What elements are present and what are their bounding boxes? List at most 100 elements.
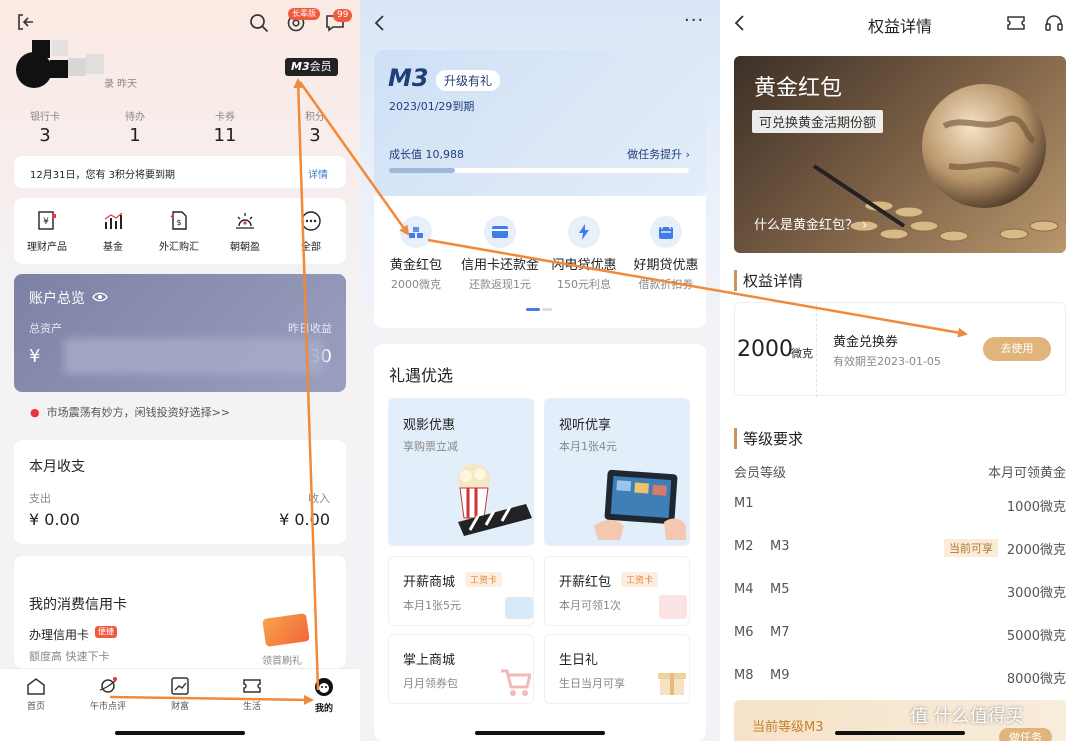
card-icon [492, 226, 508, 238]
tablet-icon [594, 469, 686, 540]
benefit-gold-packet[interactable]: 黄金红包 2000微克 [374, 216, 458, 292]
quick-zhaozhaoying[interactable]: 朝朝盈 [212, 198, 278, 264]
shop-icon [505, 597, 533, 619]
apply-credit-card[interactable]: 办理信用卡 [29, 626, 89, 643]
section-benefit-detail: 权益详情 [734, 270, 803, 291]
planet-icon [99, 677, 117, 693]
cart-icon [501, 669, 531, 696]
svg-text:¥: ¥ [43, 217, 49, 227]
tab-home[interactable]: 首页 [16, 677, 56, 712]
tab-wealth[interactable]: 财富 [158, 677, 202, 712]
lightning-icon [579, 224, 589, 240]
sunrise-icon [236, 213, 254, 229]
card-palm-mall[interactable]: 掌上商城 月月领券包 [388, 634, 534, 704]
home-icon [27, 678, 45, 695]
fx-icon: $ [170, 211, 187, 230]
market-tip[interactable]: ● 市场震荡有妙方，闲钱投资好选择>> [30, 404, 230, 420]
svg-text:$: $ [176, 218, 181, 227]
gold-packet-banner: 黄金红包 可兑换黄金活期份额 什么是黄金红包？ › [734, 56, 1066, 253]
gift-picks-section: 礼遇优选 观影优惠 享购票立减 视听优享 本月1张4元 开薪商城 工资卡 本月1… [374, 344, 706, 741]
quick-fund[interactable]: 基金 [80, 198, 146, 264]
blurred-amount [64, 338, 324, 374]
benefits-row: 黄金红包 2000微克 信用卡还款金 还款返现1元 闪电贷优惠 150元利息 好… [374, 196, 706, 328]
benefit-credit-repay[interactable]: 信用卡还款金 还款返现1元 [458, 216, 542, 292]
benefit-haoqidai[interactable]: 好期贷优惠 借款折扣券 [626, 216, 706, 292]
stat-coupons[interactable]: 卡券 11 [180, 108, 270, 150]
what-is-gold-packet-link[interactable]: 什么是黄金红包？ › [754, 214, 867, 233]
popcorn-clapper-icon [458, 464, 532, 536]
use-coupon-button[interactable]: 去使用 [983, 337, 1051, 361]
home-indicator [115, 731, 245, 735]
current-eligible-badge: 当前可享 [944, 539, 998, 557]
level-table: M1 1000微克 M2 M3 当前可享 2000微克 M4 M5 3000微克… [734, 492, 1066, 707]
home-indicator [835, 731, 965, 735]
more-options-icon[interactable]: ··· [684, 10, 704, 31]
headset-icon[interactable] [1044, 13, 1064, 33]
card-birthday-gift[interactable]: 生日礼 生日当月可享 [544, 634, 690, 704]
quick-all[interactable]: 全部 [278, 198, 344, 264]
table-row: M2 M3 当前可享 2000微克 [734, 539, 1066, 558]
wealth-product-icon: ¥ [38, 211, 56, 230]
eye-icon[interactable] [92, 291, 108, 303]
member-level-card: M3 升级有礼 2023/01/29到期 成长值 10,988 做任务提升 › [374, 50, 706, 196]
quick-fx[interactable]: $ 外汇购汇 [146, 198, 212, 264]
quick-wealth[interactable]: ¥ 理财产品 [14, 198, 80, 264]
back-icon[interactable] [374, 14, 386, 32]
points-notice[interactable]: 12月31日，您有 3积分将要到期 详情 [14, 156, 346, 188]
panel-member-center: ··· M3 升级有礼 2023/01/29到期 成长值 10,988 做任务提… [360, 0, 720, 741]
section-level-requirements: 等级要求 [734, 428, 803, 449]
panel-benefit-detail: 权益详情 黄金红包 可兑换黄金活期份额 什么是黄金红包？ › 权益详情 2000… [720, 0, 1080, 741]
level-m3: M3 [388, 64, 429, 92]
fund-icon [104, 212, 123, 229]
first-swipe-gift[interactable]: 领首刷礼 [262, 652, 302, 667]
search-icon[interactable] [249, 13, 269, 33]
gold-coupon: 2000 微克 黄金兑换券 有效期至2023-01-05 去使用 [734, 302, 1066, 397]
card-kaixin-redpacket[interactable]: 开薪红包 工资卡 本月可领1次 [544, 556, 690, 626]
calendar-icon [659, 225, 673, 239]
stat-points[interactable]: 积分 3 [270, 108, 360, 150]
growth-progress-fill [389, 168, 455, 173]
do-task-link[interactable]: 做任务提升 › [627, 146, 690, 162]
monthly-income-expense[interactable]: 本月收支 支出 收入 ¥ 0.00 ¥ 0.00 [14, 440, 346, 544]
table-row: M4 M5 3000微克 [734, 582, 1066, 601]
gift-box-icon [658, 673, 686, 695]
tile-movie[interactable]: 观影优惠 享购票立减 [388, 398, 534, 546]
growth-progress-track [389, 168, 689, 173]
convenient-tag: 便捷 [95, 626, 117, 638]
home-indicator [475, 731, 605, 735]
table-row: M1 1000微克 [734, 496, 1066, 515]
ticket-icon[interactable] [1006, 15, 1026, 31]
panda-icon [315, 678, 333, 696]
card-kaixin-mall[interactable]: 开薪商城 工资卡 本月1张5元 [388, 556, 534, 626]
table-row: M6 M7 5000微克 [734, 625, 1066, 644]
tab-mine[interactable]: 我的 [302, 677, 346, 714]
pager-dot-active [526, 308, 540, 311]
tile-audio-video[interactable]: 视听优享 本月1张4元 [544, 398, 690, 546]
chart-icon [171, 677, 189, 695]
page-title: 权益详情 [867, 17, 932, 36]
elder-mode-badge[interactable]: 长辈版 [288, 8, 320, 20]
credit-card-section: 我的消费信用卡 办理信用卡 便捷 额度高 快速下卡 领首刷礼 [14, 556, 346, 668]
stats-row: 银行卡 3 待办 1 卡券 11 积分 3 [0, 108, 360, 150]
stat-bank-cards[interactable]: 银行卡 3 [0, 108, 90, 150]
upgrade-gift-link[interactable]: 升级有礼 [436, 70, 501, 91]
quick-actions: ¥ 理财产品 基金 $ 外汇购汇 朝朝盈 全部 [14, 198, 346, 264]
credit-card-illustration [262, 613, 310, 647]
gold-bars-icon [409, 227, 423, 238]
exit-icon[interactable] [16, 13, 34, 31]
stat-todo[interactable]: 待办 1 [90, 108, 180, 150]
account-overview-card[interactable]: 账户总览 总资产 昨日收益 ¥ 30 [14, 274, 346, 392]
panel-my-account: 长辈版 99 录 昨天 M3会员 银行卡 3 待办 1 卡券 11 积分 3 12月31… [0, 0, 360, 741]
watermark: 值 什么值得买 [910, 706, 1024, 727]
benefit-flash-loan[interactable]: 闪电贷优惠 150元利息 [542, 216, 626, 292]
bag-icon [659, 595, 687, 619]
tab-life[interactable]: 生活 [230, 677, 274, 712]
last-login: 录 昨天 [104, 79, 138, 90]
notice-detail-link[interactable]: 详情 [308, 166, 328, 181]
message-count-badge: 99 [333, 9, 353, 22]
member-badge[interactable]: M3会员 [285, 58, 338, 76]
do-task-button[interactable]: 做任务 [999, 728, 1052, 741]
avatar-mosaic[interactable] [16, 40, 106, 88]
more-icon [301, 211, 321, 231]
tab-midday-review[interactable]: 午市点评 [86, 677, 130, 712]
